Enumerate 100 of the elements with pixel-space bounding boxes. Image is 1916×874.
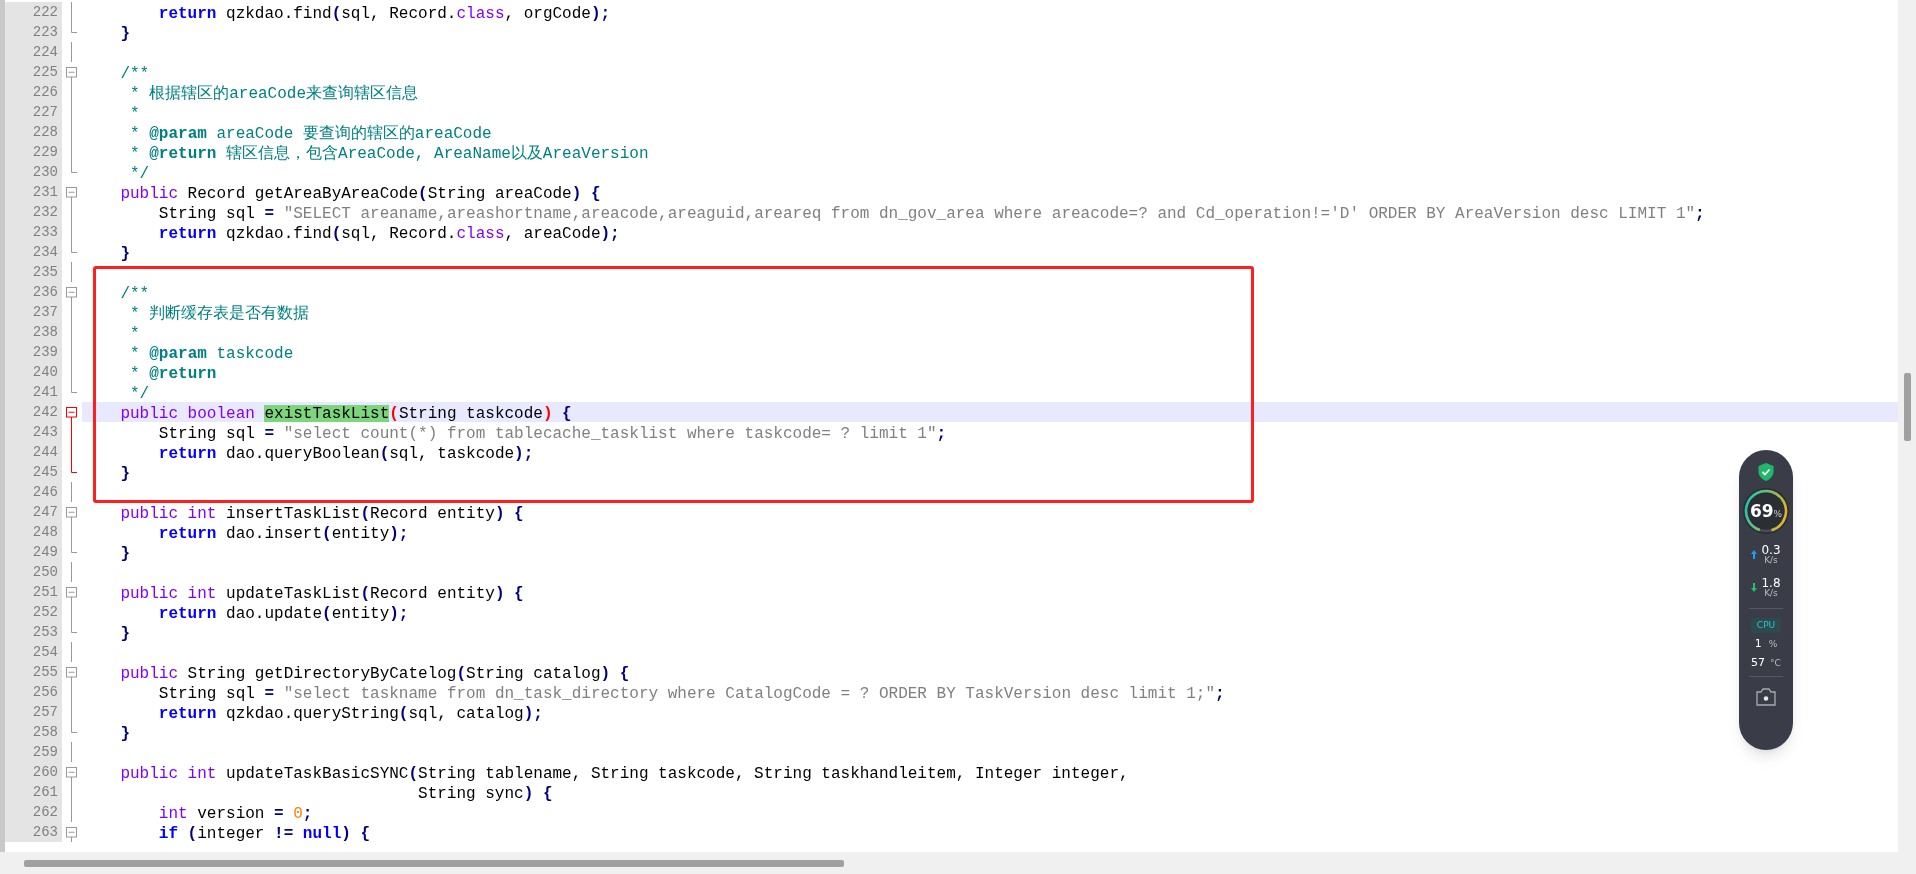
code-line: return qzkdao.find(sql, Record.class, orgCode);	[157, 5, 611, 23]
cpu-usage-value: 1	[1754, 638, 1762, 649]
temperature-value: 57	[1751, 657, 1766, 668]
line-number: 260	[5, 762, 62, 782]
upload-unit: K/s	[1764, 556, 1778, 565]
code-line: public Record getAreaByAreaCode(String areaCode) {	[119, 185, 601, 203]
download-speed: 1.8	[1761, 577, 1781, 589]
fold-toggle-icon[interactable]	[66, 767, 77, 782]
line-number: 241	[5, 382, 62, 402]
line-number: 243	[5, 422, 62, 442]
line-number: 252	[5, 602, 62, 622]
shield-check-icon[interactable]	[1757, 462, 1775, 482]
line-number: 235	[5, 262, 62, 282]
code-line: return dao.insert(entity);	[157, 525, 409, 543]
line-number: 262	[5, 802, 62, 822]
line-number: 242	[5, 402, 62, 422]
fold-toggle-icon[interactable]	[66, 667, 77, 682]
line-number: 245	[5, 462, 62, 482]
fold-toggle-icon[interactable]	[66, 287, 77, 302]
line-number: 222	[5, 2, 62, 22]
line-number: 233	[5, 222, 62, 242]
line-number: 246	[5, 482, 62, 502]
download-unit: K/s	[1764, 589, 1778, 598]
code-line: public int insertTaskList(Record entity) {	[119, 505, 524, 523]
code-line: */	[129, 385, 150, 403]
code-line: String sql = "SELECT areaname,areashortname,areacode,areaguid,areareq from dn_gov_area where areacode=? and Cd_operation!='D' ORDER BY AreaVersion desc LIMIT 1";	[157, 205, 1705, 223]
code-line: }	[119, 725, 130, 743]
code-line: /**	[119, 65, 150, 83]
line-number: 230	[5, 162, 62, 182]
camera-icon[interactable]	[1755, 687, 1777, 707]
temperature-unit: °C	[1770, 659, 1781, 668]
code-line: public String getDirectoryByCatelog(String catalog) {	[119, 665, 630, 683]
code-line: }	[119, 625, 130, 643]
line-number: 249	[5, 542, 62, 562]
code-line: return dao.update(entity);	[157, 605, 409, 623]
line-number: 244	[5, 442, 62, 462]
line-number: 250	[5, 562, 62, 582]
code-line: String sql = "select count(*) from tablecache_tasklist where taskcode= ? limit 1";	[157, 425, 947, 443]
code-line: * @param areaCode 要查询的辖区的areaCode	[129, 125, 492, 143]
code-line: }	[119, 245, 130, 263]
code-line: String sql = "select taskname from dn_task_directory where CatalogCode = ? ORDER BY TaskVersion desc limit 1;";	[157, 685, 1225, 703]
fold-toggle-icon[interactable]	[66, 67, 77, 82]
code-line: }	[119, 545, 130, 563]
line-number: 237	[5, 302, 62, 322]
line-number: 254	[5, 642, 62, 662]
upload-speed: 0.3	[1761, 544, 1781, 556]
line-number: 228	[5, 122, 62, 142]
line-number: 259	[5, 742, 62, 762]
fold-toggle-icon[interactable]	[66, 187, 77, 202]
line-number: 223	[5, 22, 62, 42]
upload-arrow-icon	[1751, 550, 1758, 559]
line-number: 240	[5, 362, 62, 382]
code-line: return qzkdao.find(sql, Record.class, areaCode);	[157, 225, 620, 243]
fold-toggle-icon[interactable]	[66, 407, 77, 422]
code-line: *	[129, 325, 140, 343]
code-line: * 判断缓存表是否有数据	[129, 305, 310, 323]
line-number: 232	[5, 202, 62, 222]
line-number: 248	[5, 522, 62, 542]
line-number: 238	[5, 322, 62, 342]
vertical-scrollbar[interactable]	[1898, 0, 1916, 852]
line-number: 227	[5, 102, 62, 122]
horizontal-scrollbar[interactable]	[0, 852, 1916, 874]
code-line: return dao.queryBoolean(sql, taskcode);	[157, 445, 534, 463]
code-line: int version = 0;	[157, 805, 313, 823]
memory-gauge[interactable]: 69%	[1741, 486, 1791, 536]
code-line: String sync) {	[417, 785, 553, 803]
memory-percent: 69%	[1749, 502, 1783, 520]
line-number: 255	[5, 662, 62, 682]
code-line: */	[129, 165, 150, 183]
code-line: /**	[119, 285, 150, 303]
cpu-tag[interactable]: CPU	[1750, 618, 1782, 633]
code-line: return qzkdao.queryString(sql, catalog);	[157, 705, 543, 723]
code-line: public int updateTaskBasicSYNC(String tablename, String taskcode, String taskhandleitem, Integer integer,	[119, 765, 1129, 783]
line-number: 263	[5, 822, 62, 842]
line-number: 225	[5, 62, 62, 82]
code-line: *	[129, 105, 140, 123]
fold-toggle-icon[interactable]	[66, 827, 77, 842]
line-number: 239	[5, 342, 62, 362]
code-line: if (integer != null) {	[157, 825, 371, 843]
line-number: 234	[5, 242, 62, 262]
code-line: * @return 辖区信息，包含AreaCode, AreaName以及AreaVersion	[129, 145, 649, 163]
line-number: 251	[5, 582, 62, 602]
line-number: 236	[5, 282, 62, 302]
code-line: * 根据辖区的areaCode来查询辖区信息	[129, 85, 419, 103]
fold-toggle-icon[interactable]	[66, 587, 77, 602]
line-number: 226	[5, 82, 62, 102]
line-number: 253	[5, 622, 62, 642]
line-number: 257	[5, 702, 62, 722]
fold-toggle-icon[interactable]	[66, 507, 77, 522]
code-line: public boolean existTaskList(String taskcode) {	[119, 405, 572, 423]
code-line: }	[119, 465, 130, 483]
line-number: 231	[5, 182, 62, 202]
download-arrow-icon	[1751, 583, 1758, 592]
line-number: 229	[5, 142, 62, 162]
code-line: }	[119, 25, 130, 43]
code-line: * @param taskcode	[129, 345, 294, 363]
line-number: 261	[5, 782, 62, 802]
line-number: 258	[5, 722, 62, 742]
code-line: * @return	[129, 365, 217, 383]
line-number: 224	[5, 42, 62, 62]
